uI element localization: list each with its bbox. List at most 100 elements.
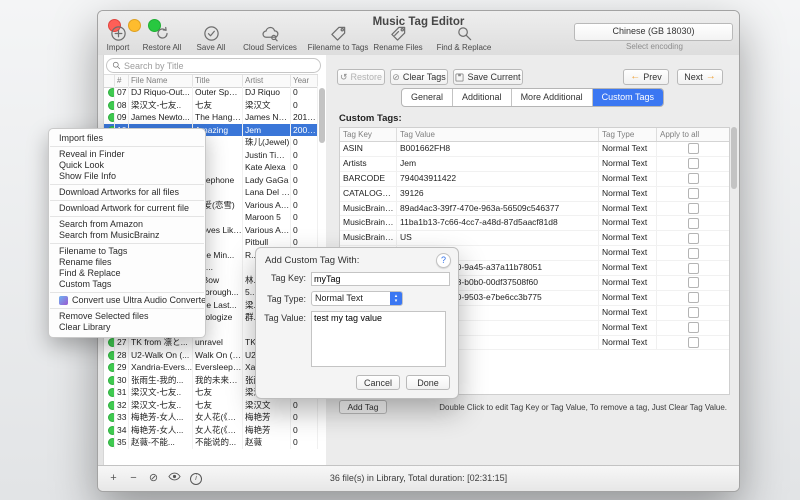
library-cell-number: 09 [115, 111, 129, 124]
menu-item-label: Import files [59, 133, 103, 144]
library-scrollbar-thumb[interactable] [319, 88, 325, 143]
custom-tag-value: Jem [397, 157, 599, 171]
tag-key-input[interactable] [311, 272, 450, 286]
menu-item-clear-library[interactable]: Clear Library [49, 322, 205, 333]
library-row[interactable]: 09James Newto...The Hanging...James Newt… [104, 111, 318, 124]
tag-value-textarea[interactable]: test my tag value [311, 311, 446, 367]
tab-general[interactable]: General [402, 89, 453, 106]
library-row[interactable]: 33梅艳芳-女人...女人花(《女...梅艳芳0 [104, 411, 318, 424]
custom-tag-type: Normal Text [599, 142, 657, 156]
editor-scrollbar[interactable] [731, 85, 737, 462]
custom-tag-row[interactable]: MusicBrainz Album Id11ba1b13-7c66-4cc7-a… [340, 216, 729, 231]
tag-key-label: Tag Key: [260, 273, 306, 283]
toolbar-find-replace-button[interactable]: Find & Replace [432, 25, 496, 52]
toolbar-save-all-button[interactable]: Save All [190, 25, 232, 52]
apply-to-all-checkbox[interactable] [688, 322, 699, 333]
restore-icon: ↺ [340, 73, 348, 82]
apply-to-all-checkbox[interactable] [688, 337, 699, 348]
status-dot [108, 388, 115, 397]
status-bar: +−⊘i 36 file(s) in Library, Total durati… [98, 465, 739, 491]
library-cell-artist: Lady GaGa [243, 174, 291, 187]
library-row[interactable]: 35赵薇-不能...不能说的...赵薇0 [104, 436, 318, 449]
custom-tags-header: Tag KeyTag ValueTag TypeApply to all [340, 128, 729, 142]
custom-tag-row[interactable]: MusicBrainz Album Release CountryUSNorma… [340, 231, 729, 246]
cancel-button[interactable]: Cancel [356, 375, 400, 390]
next-button[interactable]: Next → [677, 69, 723, 85]
apply-to-all-checkbox[interactable] [688, 233, 699, 244]
apply-to-all-checkbox[interactable] [688, 143, 699, 154]
search-input[interactable]: Search by Title [106, 58, 321, 73]
status-dot [108, 401, 115, 410]
encoding-select[interactable]: Chinese (GB 18030) [574, 23, 733, 41]
apply-to-all-checkbox[interactable] [688, 292, 699, 303]
apply-to-all-checkbox[interactable] [688, 188, 699, 199]
prev-button[interactable]: ← Prev [623, 69, 669, 85]
apply-to-all-checkbox[interactable] [688, 277, 699, 288]
restore-button[interactable]: ↺ Restore [337, 69, 385, 85]
custom-tags-note: Double Click to edit Tag Key or Tag Valu… [439, 403, 727, 412]
menu-item-label: Filename to Tags [59, 246, 127, 257]
save-current-button[interactable]: Save Current [453, 69, 523, 85]
menu-item-custom-tags[interactable]: Custom Tags [49, 279, 205, 290]
menu-item-find-replace[interactable]: Find & Replace [49, 268, 205, 279]
menu-item-import-files[interactable]: Import files [49, 133, 205, 144]
library-cell-status [104, 349, 115, 362]
apply-to-all-checkbox[interactable] [688, 203, 699, 214]
library-cell-year: 0 [291, 99, 318, 112]
custom-tag-row[interactable]: BARCODE794043911422Normal Text [340, 172, 729, 187]
select-stepper-icon: ▴▾ [390, 292, 402, 305]
toolbar-import-button[interactable]: Import [100, 25, 136, 52]
toolbar-cloud-services-button[interactable]: Cloud Services [238, 25, 302, 52]
library-cell-number: 35 [115, 436, 129, 449]
toolbar-filename-to-tags-button[interactable]: Filename to Tags [306, 25, 370, 52]
menu-item-show-file-info[interactable]: Show File Info [49, 171, 205, 182]
apply-to-all-checkbox[interactable] [688, 173, 699, 184]
library-row[interactable]: 32梁汉文-七友..七友梁汉文0 [104, 399, 318, 412]
custom-tag-row[interactable]: CATALOGNUMBER39126Normal Text [340, 187, 729, 202]
custom-tag-row[interactable]: MusicBrainz Album Artist Id89ad4ac3-39f7… [340, 202, 729, 217]
apply-to-all-checkbox[interactable] [688, 263, 699, 274]
menu-item-quick-look[interactable]: Quick Look [49, 160, 205, 171]
tab-more-additional[interactable]: More Additional [512, 89, 593, 106]
custom-tag-value: B001662FH8 [397, 142, 599, 156]
library-cell-status [104, 86, 115, 99]
library-cell-title: Outer Space [193, 86, 243, 99]
add-tag-button[interactable]: Add Tag [339, 400, 387, 414]
menu-item-download-artworks-for-all-files[interactable]: Download Artworks for all files [49, 187, 205, 198]
library-row[interactable]: 07DJ Riquo-Out...Outer SpaceDJ Riquo0 [104, 86, 318, 99]
menu-item-search-from-amazon[interactable]: Search from Amazon [49, 219, 205, 230]
apply-to-all-checkbox[interactable] [688, 218, 699, 229]
library-row[interactable]: 08梁汉文-七友..七友梁汉文0 [104, 99, 318, 112]
menu-item-filename-to-tags[interactable]: Filename to Tags [49, 246, 205, 257]
menu-item-search-from-musicbrainz[interactable]: Search from MusicBrainz [49, 230, 205, 241]
library-cell-status [104, 361, 115, 374]
tab-custom-tags[interactable]: Custom Tags [593, 89, 663, 106]
menu-item-convert-use-ultra-audio-converter[interactable]: Convert use Ultra Audio Converter [49, 295, 205, 306]
apply-to-all-checkbox[interactable] [688, 158, 699, 169]
custom-tag-type: Normal Text [599, 172, 657, 186]
tab-additional[interactable]: Additional [453, 89, 512, 106]
tag-type-select[interactable]: Normal Text ▴▾ [311, 291, 403, 306]
apply-to-all-checkbox[interactable] [688, 248, 699, 259]
custom-tag-value: 794043911422 [397, 172, 599, 186]
rename-files-icon [390, 25, 407, 42]
library-cell-year: 0 [291, 136, 318, 149]
toolbar-rename-files-button[interactable]: Rename Files [372, 25, 424, 52]
custom-tags-column-header-tag-value: Tag Value [397, 128, 599, 141]
custom-tag-row[interactable]: ArtistsJemNormal Text [340, 157, 729, 172]
library-row[interactable]: 34梅艳芳-女人...女人花(《女...梅艳芳0 [104, 424, 318, 437]
clear-tags-button[interactable]: ⊘ Clear Tags [390, 69, 448, 85]
toolbar-restore-all-button[interactable]: Restore All [136, 25, 188, 52]
menu-item-download-artwork-for-current-file[interactable]: Download Artwork for current file [49, 203, 205, 214]
menu-item-remove-selected-files[interactable]: Remove Selected files [49, 311, 205, 322]
library-cell-artist: 梁汉文 [243, 99, 291, 112]
help-button[interactable]: ? [436, 253, 451, 268]
editor-scrollbar-thumb[interactable] [731, 127, 737, 189]
menu-item-rename-files[interactable]: Rename files [49, 257, 205, 268]
library-cell-artist: Justin Timbe... [243, 149, 291, 162]
done-button[interactable]: Done [406, 375, 450, 390]
custom-tag-row[interactable]: ASINB001662FH8Normal Text [340, 142, 729, 157]
apply-to-all-checkbox[interactable] [688, 307, 699, 318]
menu-item-label: Remove Selected files [59, 311, 149, 322]
menu-item-reveal-in-finder[interactable]: Reveal in Finder [49, 149, 205, 160]
